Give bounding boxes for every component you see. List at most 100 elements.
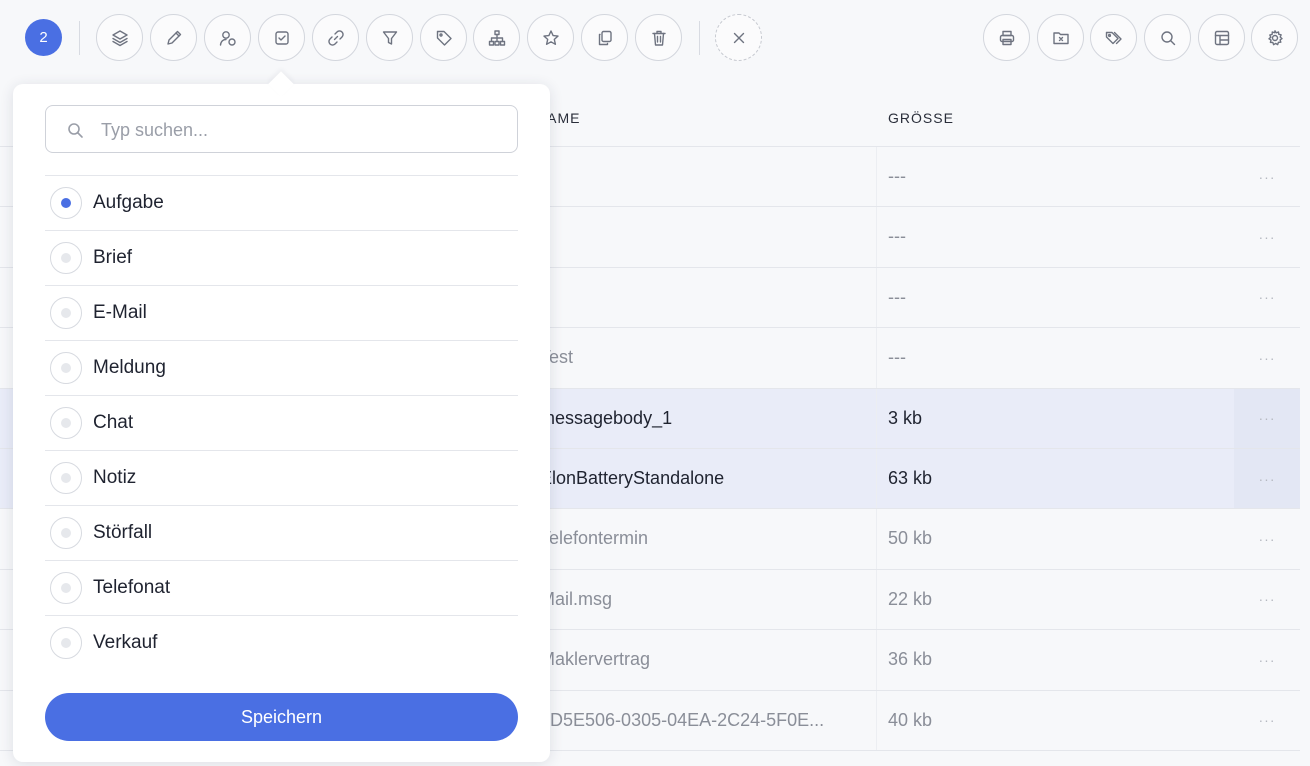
favorite-button[interactable]	[527, 14, 574, 61]
search-icon	[68, 123, 83, 138]
column-divider	[876, 207, 877, 267]
row-more-button[interactable]: ···	[1234, 630, 1300, 689]
type-option-label: Störfall	[93, 522, 153, 543]
file-size: 63 kb	[888, 467, 933, 488]
file-size: ---	[888, 347, 906, 368]
star-icon	[542, 29, 559, 45]
type-option-label: E-Mail	[93, 302, 147, 323]
type-option-label: Verkauf	[93, 632, 158, 653]
layers-button[interactable]	[96, 14, 143, 61]
type-search-input[interactable]	[101, 116, 501, 144]
type-option[interactable]: Brief	[45, 230, 518, 285]
row-more-button[interactable]: ···	[1234, 691, 1300, 750]
tags-button[interactable]	[1090, 14, 1137, 61]
column-divider	[876, 509, 877, 569]
column-divider	[876, 569, 877, 630]
radio-dot	[61, 528, 71, 538]
layers-icon	[111, 29, 128, 46]
row-more-button[interactable]: ···	[1234, 207, 1300, 266]
user-assign-icon	[219, 30, 236, 46]
radio-button[interactable]	[50, 407, 82, 439]
trash-icon	[651, 30, 666, 46]
type-option[interactable]: Störfall	[45, 505, 518, 560]
filter-icon	[382, 30, 397, 45]
radio-button[interactable]	[50, 627, 82, 659]
move-to-folder-button[interactable]	[1037, 14, 1084, 61]
tag-icon	[436, 30, 452, 46]
radio-dot	[61, 418, 71, 428]
radio-button[interactable]	[50, 462, 82, 494]
column-divider	[876, 690, 877, 750]
file-size: ---	[888, 166, 906, 186]
radio-dot	[61, 198, 71, 208]
filter-button[interactable]	[366, 14, 413, 61]
tag-button[interactable]	[420, 14, 467, 61]
file-name: ElonBatteryStandalone	[540, 467, 725, 488]
radio-dot	[61, 638, 71, 648]
layout-icon	[1214, 30, 1229, 45]
row-more-button[interactable]: ···	[1234, 388, 1300, 448]
row-more-button[interactable]: ···	[1234, 509, 1300, 568]
save-button[interactable]: Speichern	[45, 693, 518, 741]
type-option[interactable]: Chat	[45, 395, 518, 450]
type-option[interactable]: Meldung	[45, 340, 518, 395]
file-size: 40 kb	[888, 709, 933, 730]
hierarchy-button[interactable]	[473, 14, 520, 61]
radio-button[interactable]	[50, 297, 82, 329]
type-option[interactable]: Aufgabe	[45, 175, 518, 230]
delete-button[interactable]	[635, 14, 682, 61]
edit-button[interactable]	[150, 14, 197, 61]
radio-dot	[61, 473, 71, 483]
row-more-button[interactable]: ···	[1234, 328, 1300, 387]
hierarchy-icon	[488, 29, 505, 46]
radio-button[interactable]	[50, 517, 82, 549]
toolbar-divider	[699, 21, 700, 55]
file-size: ---	[888, 226, 906, 247]
tags-icon	[1105, 31, 1122, 44]
type-option[interactable]: Verkauf	[45, 615, 518, 670]
column-divider	[876, 147, 877, 207]
print-button[interactable]	[983, 14, 1030, 61]
type-option-label: Aufgabe	[93, 192, 164, 213]
file-size: 3 kb	[888, 407, 923, 428]
radio-dot	[61, 363, 71, 373]
radio-dot	[61, 308, 71, 318]
clear-selection-button[interactable]	[715, 14, 762, 61]
radio-button[interactable]	[50, 572, 82, 604]
column-divider	[876, 328, 877, 388]
file-name: 3D5E506-0305-04EA-2C24-5F0E...	[540, 709, 825, 730]
radio-button[interactable]	[50, 352, 82, 384]
type-option[interactable]: E-Mail	[45, 285, 518, 340]
copy-button[interactable]	[581, 14, 628, 61]
radio-dot	[61, 583, 71, 593]
radio-button[interactable]	[50, 187, 82, 219]
type-option[interactable]: Telefonat	[45, 560, 518, 615]
type-search-box[interactable]	[45, 105, 518, 153]
folder-icon	[1052, 31, 1069, 44]
type-option-label: Chat	[93, 412, 134, 433]
toolbar-divider	[79, 21, 80, 55]
file-name: Mail.msg	[540, 588, 613, 609]
task-type-button[interactable]	[258, 14, 305, 61]
settings-button[interactable]	[1251, 14, 1298, 61]
file-name: Telefontermin	[540, 528, 649, 549]
row-more-button[interactable]: ···	[1234, 570, 1300, 629]
selection-count-badge: 2	[25, 19, 62, 56]
type-option[interactable]: Notiz	[45, 450, 518, 505]
link-button[interactable]	[312, 14, 359, 61]
row-more-button[interactable]: ···	[1234, 448, 1300, 509]
checkbox-icon	[274, 30, 289, 45]
file-size: ---	[888, 286, 906, 307]
type-select-popover: Aufgabe Brief E-Mail Meldung Chat Notiz Störfa…	[13, 84, 550, 762]
row-more-button[interactable]: ···	[1234, 147, 1300, 206]
assign-user-button[interactable]	[204, 14, 251, 61]
radio-button[interactable]	[50, 242, 82, 274]
app-page: 2 NAME GRÖSSE --- ··· --- ··· --- ··· Te…	[0, 0, 1310, 766]
file-name: 1	[540, 166, 860, 187]
search-button[interactable]	[1144, 14, 1191, 61]
file-size: 22 kb	[888, 588, 933, 609]
column-divider	[876, 448, 877, 509]
row-more-button[interactable]: ···	[1234, 268, 1300, 327]
layout-button[interactable]	[1198, 14, 1245, 61]
column-header-size[interactable]: GRÖSSE	[888, 110, 954, 126]
